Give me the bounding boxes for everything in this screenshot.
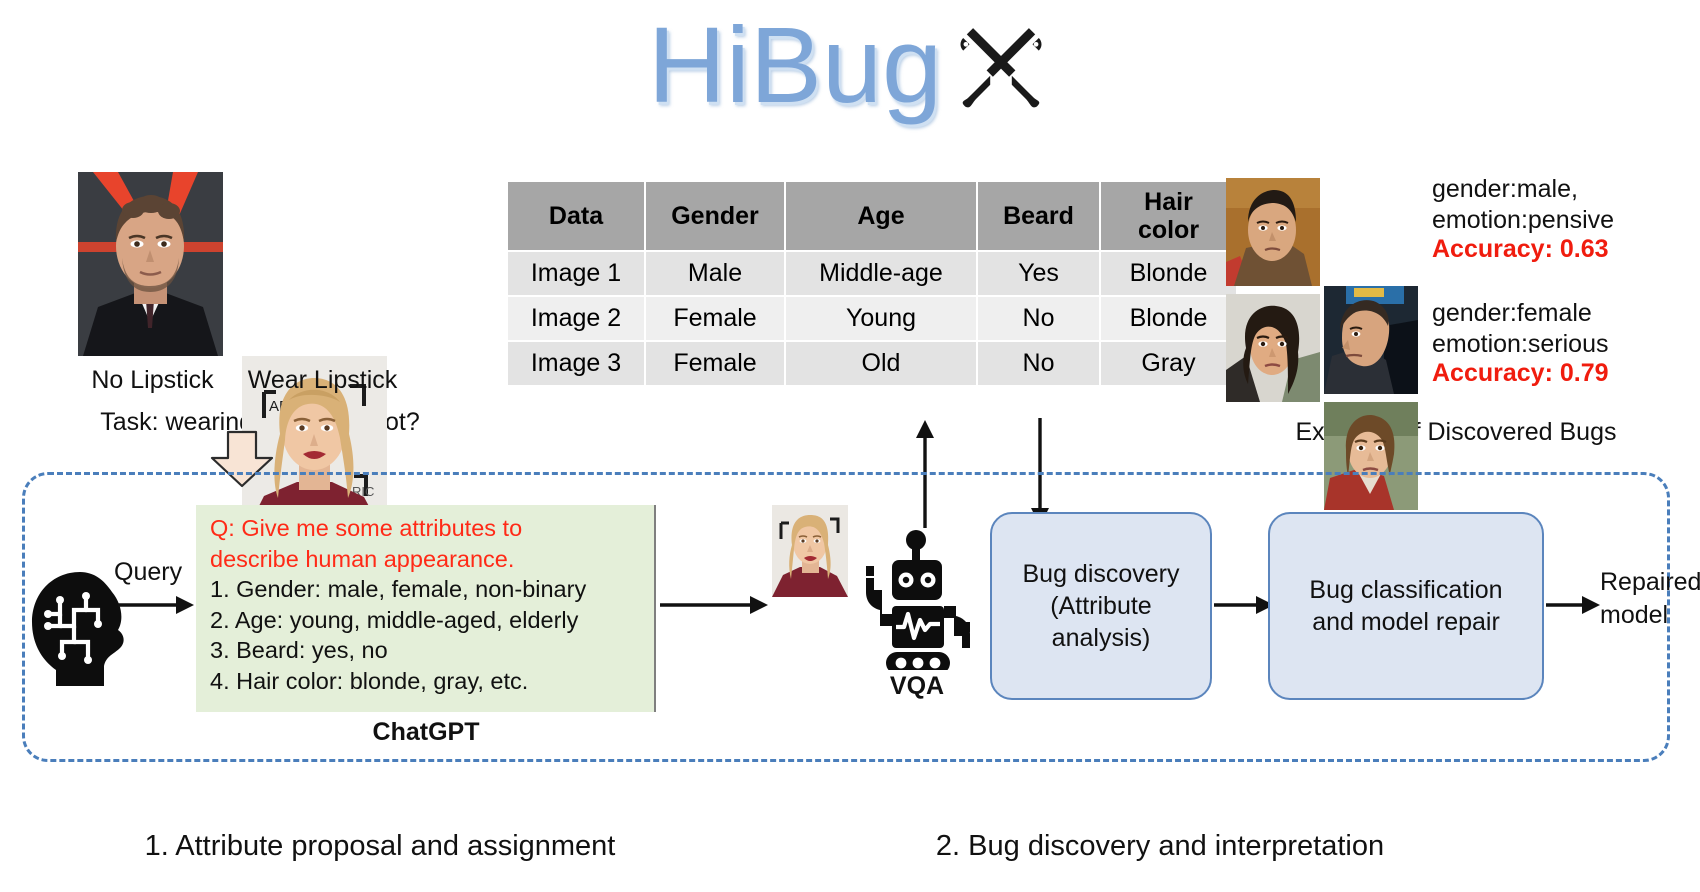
table-header-row: Data Gender Age Beard Hair color [506,180,1238,252]
bug-classification-line1: Bug classification [1309,576,1503,604]
cell-age: Young [784,295,978,342]
table-header-hair-color: Hair color [1099,180,1238,252]
cell-hair: Blonde [1099,250,1238,297]
bug-examples-caption: Example of Discovered Bugs [1295,418,1617,446]
sample-image-no-lipstick [78,172,223,356]
chatgpt-answer-beard: 3. Beard: yes, no [210,637,388,664]
cell-age: Old [784,340,978,387]
bottom-caption-right: 2. Bug discovery and interpretation [935,830,1385,862]
cell-hair: Blonde [1099,295,1238,342]
bug-discovery-box: Bug discovery (Attribute analysis) [990,512,1212,700]
table-header-hair-color-l1: Hair [1144,188,1193,216]
cell-data: Image 3 [506,340,646,387]
cell-beard: No [976,340,1101,387]
chatgpt-answer-hair: 4. Hair color: blonde, gray, etc. [210,667,529,694]
bug-discovery-line3: analysis) [1051,624,1151,652]
bug-classification-line2: and model repair [1312,608,1500,636]
cell-hair: Gray [1099,340,1238,387]
cell-beard: No [976,295,1101,342]
cell-data: Image 2 [506,295,646,342]
robot-icon [866,530,970,670]
cell-age: Middle-age [784,250,978,297]
bug-thumb-3 [1226,294,1320,402]
repaired-model-line2: model [1600,601,1669,629]
vqa-input-image [772,505,848,597]
chatgpt-response-panel: Q: Give me some attributes to describe h… [196,505,656,712]
bug-thumb-1 [1226,178,1320,286]
bug-1-attr-line2: emotion:pensive [1432,205,1615,234]
arrow-brain-to-chatgpt [118,596,194,614]
vqa-label: VQA [889,672,945,700]
chatgpt-answer-age: 2. Age: young, middle-aged, elderly [210,606,579,633]
chatgpt-answer-gender: 1. Gender: male, female, non-binary [210,576,587,603]
table-header-gender: Gender [644,180,786,252]
bug-1-attr-line1: gender:male, [1432,175,1578,203]
table-row: Image 3 Female Old No Gray [506,340,1238,387]
task-sample-panel: AFRI RIC [70,172,450,540]
table-header-hair-color-l2: color [1137,216,1200,244]
table-row: Image 1 Male Middle-age Yes Blonde [506,250,1238,297]
tools-icon [960,28,1042,108]
bug-discovery-line2: (Attribute [1050,592,1152,620]
table-row: Image 2 Female Young No Blonde [506,295,1238,342]
cell-beard: Yes [976,250,1101,297]
app-title-text: HiBug [647,4,943,125]
bug-example-2-text: gender:female emotion:serious Accuracy: … [1432,298,1692,388]
bottom-caption-left: 1. Attribute proposal and assignment [144,830,616,862]
brain-icon [32,572,124,686]
bug-examples-panel: gender:male, emotion:pensive Accuracy: 0… [1226,175,1686,510]
bug-classification-box: Bug classification and model repair [1268,512,1544,700]
bug-example-1-text: gender:male, emotion:pensive Accuracy: 0… [1432,174,1692,264]
page-title: HiBug [0,8,1700,121]
cell-gender: Female [644,295,786,342]
repaired-model-line1: Repaired [1600,568,1700,596]
arrow-classification-to-output [1546,596,1600,614]
arrow-chatgpt-to-vqa [660,596,768,614]
chatgpt-question-line2: describe human appearance. [210,545,515,572]
sample-caption-no-lipstick: No Lipstick [91,366,214,394]
bug-2-accuracy: Accuracy: 0.79 [1432,359,1609,387]
repaired-model-output: Repaired model [1600,568,1700,630]
table-header-beard: Beard [976,180,1101,252]
cell-data: Image 1 [506,250,646,297]
sample-caption-wear-lipstick: Wear Lipstick [247,366,398,394]
bug-1-accuracy: Accuracy: 0.63 [1432,235,1609,263]
chatgpt-question-line1: Q: Give me some attributes to [210,515,523,541]
bug-2-attr-line1: gender:female [1432,299,1592,327]
attribute-table-wrapper: Data Gender Age Beard Hair color Image 1… [506,180,1238,387]
chatgpt-label: ChatGPT [372,718,480,746]
arrow-discovery-to-classification [1214,596,1274,614]
table-header-age: Age [784,180,978,252]
bug-discovery-line1: Bug discovery [1022,560,1180,588]
bug-2-attr-line2: emotion:serious [1432,329,1609,358]
attribute-table: Data Gender Age Beard Hair color Image 1… [506,180,1238,387]
cell-gender: Male [644,250,786,297]
cell-gender: Female [644,340,786,387]
table-header-data: Data [506,180,646,252]
query-label: Query [114,558,183,586]
